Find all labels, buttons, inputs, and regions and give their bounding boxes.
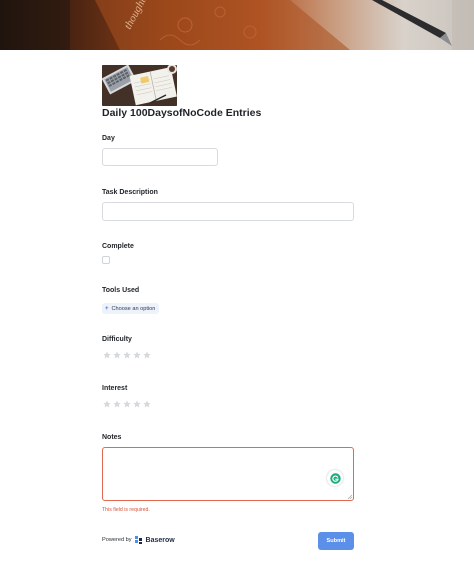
powered-by[interactable]: Powered by Baserow — [102, 536, 175, 544]
choose-option-label: Choose an option — [111, 305, 156, 312]
day-input[interactable] — [102, 148, 218, 166]
baserow-brand: Baserow — [145, 536, 175, 544]
star-icon[interactable] — [103, 351, 111, 359]
difficulty-label: Difficulty — [102, 336, 132, 343]
header-banner-image: thoughts — [0, 0, 474, 50]
day-label: Day — [102, 135, 115, 142]
tools-used-choose-option-button[interactable]: + Choose an option — [102, 303, 160, 314]
submit-button[interactable]: Submit — [318, 532, 354, 550]
notes-label: Notes — [102, 434, 122, 441]
form-logo-image — [102, 65, 177, 106]
notes-error-message: This field is required. — [102, 507, 150, 513]
interest-label: Interest — [102, 385, 128, 392]
interest-rating — [103, 400, 151, 408]
complete-label: Complete — [102, 243, 134, 250]
star-icon[interactable] — [113, 400, 121, 408]
notes-textarea[interactable] — [102, 447, 354, 501]
star-icon[interactable] — [103, 400, 111, 408]
star-icon[interactable] — [143, 400, 151, 408]
form-title: Daily 100DaysofNoCode Entries — [102, 107, 262, 119]
resize-grip-icon[interactable] — [347, 494, 352, 499]
star-icon[interactable] — [123, 351, 131, 359]
difficulty-rating — [103, 351, 151, 359]
task-description-label: Task Description — [102, 189, 158, 196]
star-icon[interactable] — [123, 400, 131, 408]
powered-by-text: Powered by — [102, 537, 132, 543]
complete-checkbox[interactable] — [102, 256, 110, 264]
star-icon[interactable] — [133, 351, 141, 359]
star-icon[interactable] — [113, 351, 121, 359]
star-icon[interactable] — [133, 400, 141, 408]
grammar-assistant-icon[interactable] — [327, 470, 343, 486]
task-description-input[interactable] — [102, 202, 354, 221]
baserow-logo-icon — [134, 536, 142, 544]
plus-icon: + — [105, 305, 109, 312]
tools-used-label: Tools Used — [102, 287, 140, 294]
form-page: thoughts Daily 100DaysofNoCode Entries D… — [0, 0, 474, 565]
star-icon[interactable] — [143, 351, 151, 359]
